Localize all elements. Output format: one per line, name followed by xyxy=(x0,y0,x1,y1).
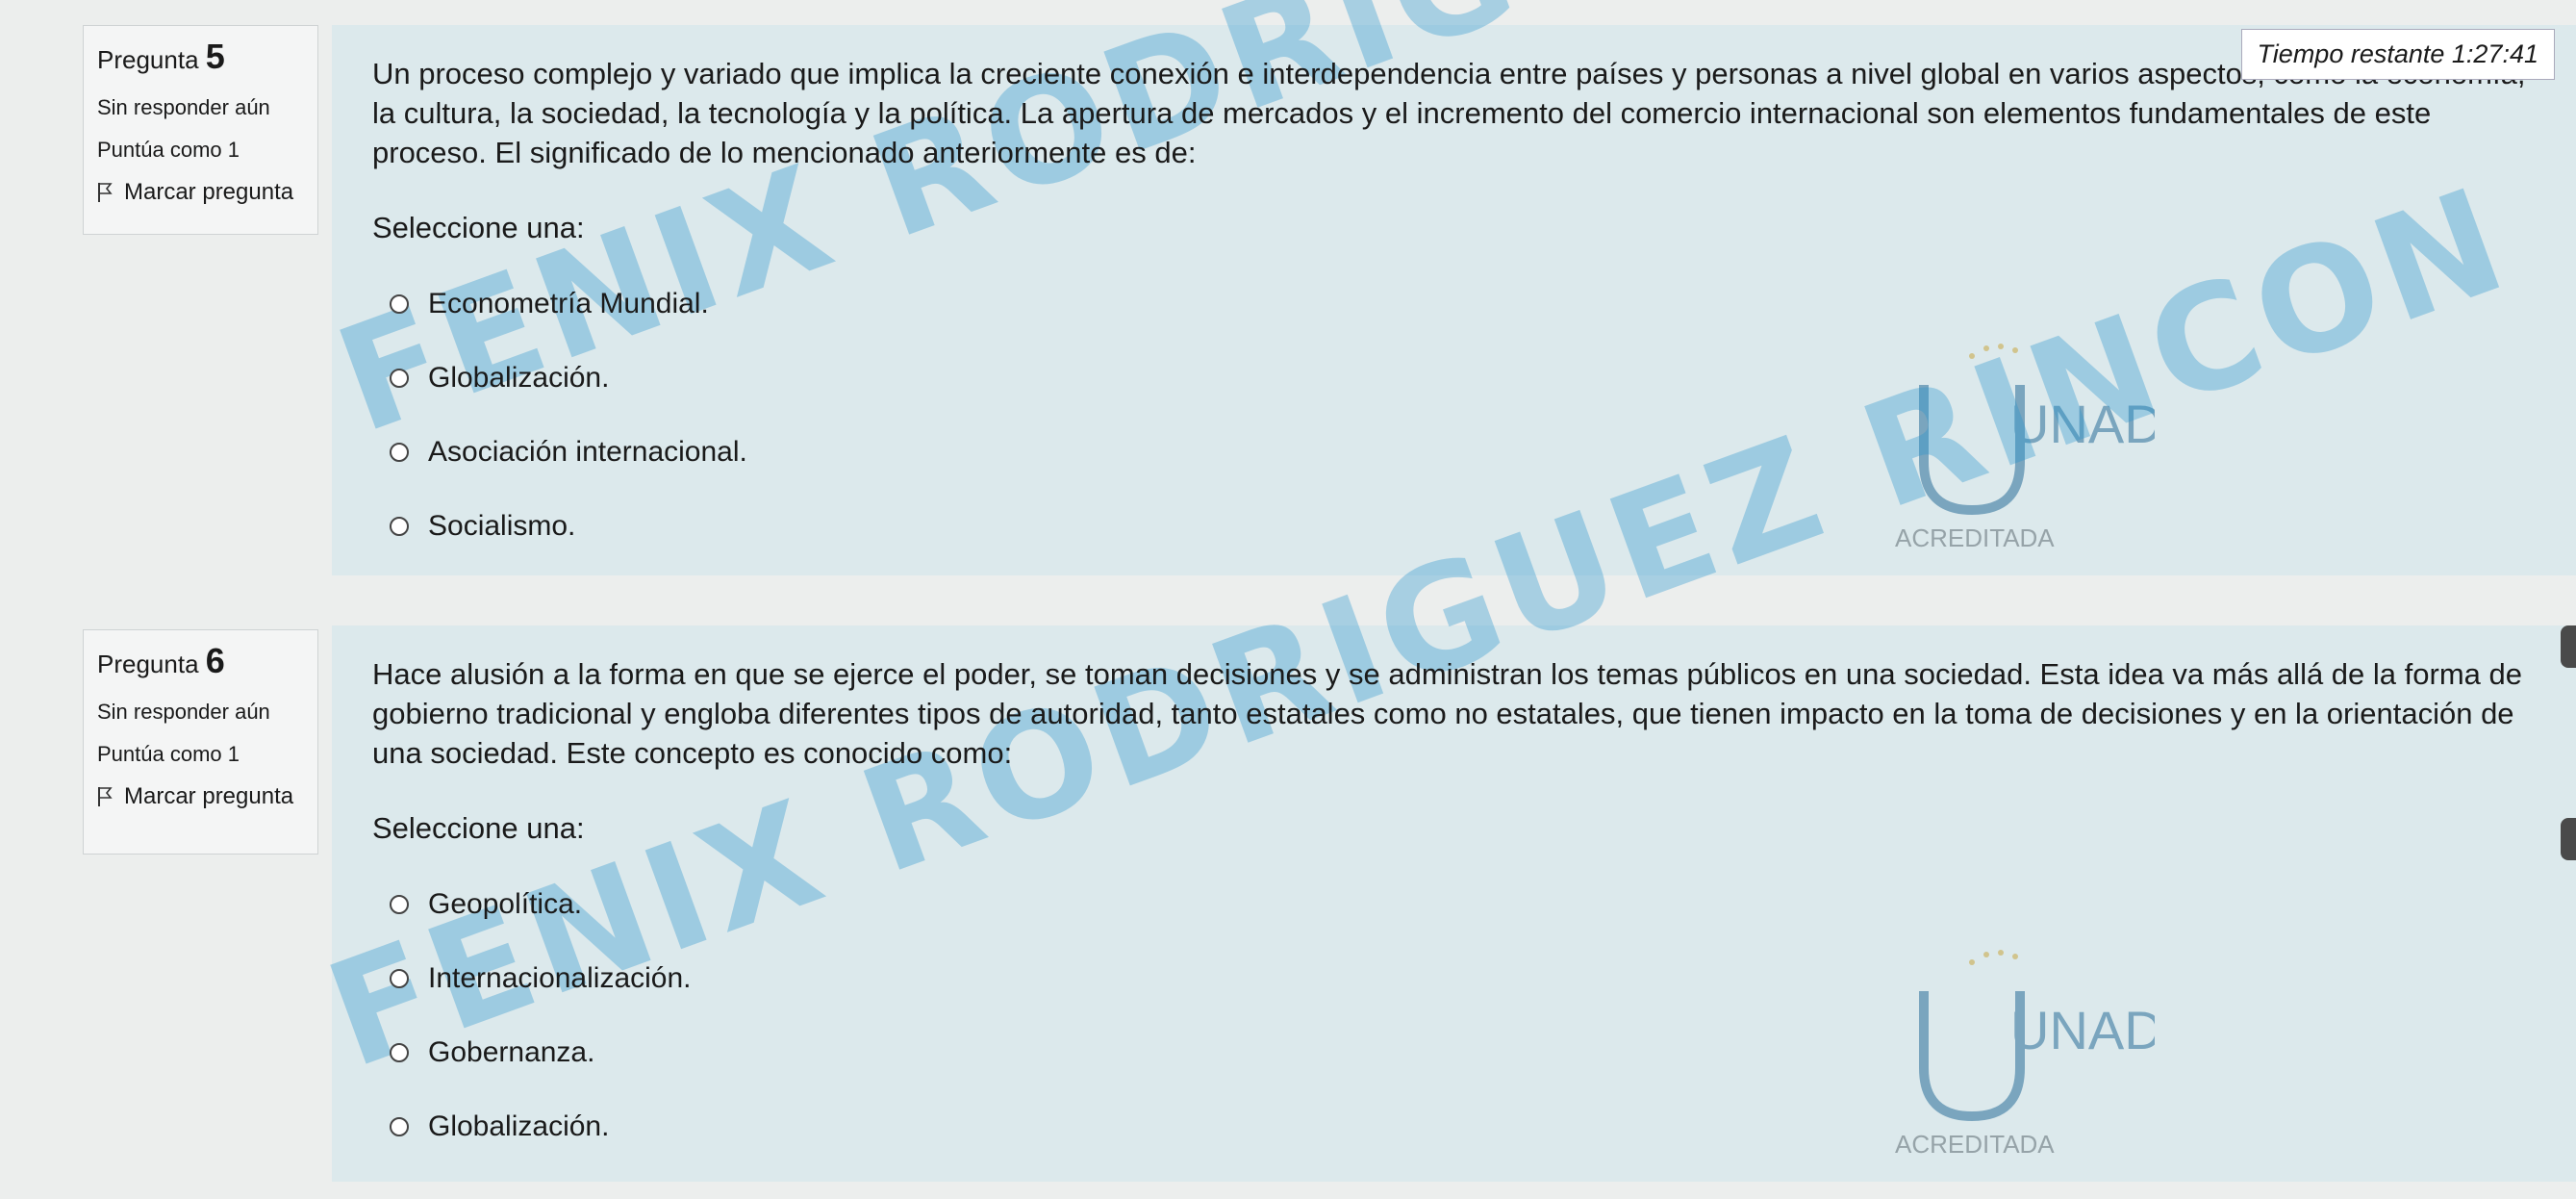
radio-button[interactable] xyxy=(390,1042,409,1062)
flag-icon xyxy=(97,182,113,203)
question-score: Puntúa como 1 xyxy=(97,138,240,162)
radio-button[interactable] xyxy=(390,442,409,462)
question-number: Pregunta 5 xyxy=(97,39,304,77)
answer-option-1[interactable]: Geopolítica. xyxy=(372,867,2530,941)
option-label: Econometría Mundial. xyxy=(428,287,709,319)
flag-label: Marcar pregunta xyxy=(124,179,294,205)
answer-option-2[interactable]: Internacionalización. xyxy=(372,941,2530,1015)
option-label: Globalización. xyxy=(428,361,610,394)
flag-question-button[interactable]: Marcar pregunta xyxy=(97,179,304,206)
radio-button[interactable] xyxy=(390,368,409,388)
flag-icon xyxy=(97,786,113,807)
question-content-6: Hace alusión a la forma en que se ejerce… xyxy=(332,625,2576,1182)
time-remaining: Tiempo restante 1:27:41 xyxy=(2240,29,2555,80)
question-content-5: Un proceso complejo y variado que implic… xyxy=(332,25,2576,575)
answer-option-4[interactable]: Globalización. xyxy=(372,1089,2530,1163)
answer-prompt: Seleccione una: xyxy=(372,811,585,845)
question-info-5: Pregunta 5 Sin responder aún Puntúa como… xyxy=(83,25,318,235)
question-label: Pregunta xyxy=(97,650,199,678)
question-text: Hace alusión a la forma en que se ejerce… xyxy=(372,657,2522,770)
option-label: Gobernanza. xyxy=(428,1035,595,1068)
answer-option-3[interactable]: Asociación internacional. xyxy=(372,415,2530,489)
option-label: Globalización. xyxy=(428,1110,610,1142)
answer-options: Econometría Mundial. Globalización. Asoc… xyxy=(372,267,2530,563)
flag-question-button[interactable]: Marcar pregunta xyxy=(97,783,304,810)
question-number-value: 5 xyxy=(205,37,225,76)
answer-option-2[interactable]: Globalización. xyxy=(372,341,2530,415)
question-text: Un proceso complejo y variado que implic… xyxy=(372,57,2526,169)
radio-button[interactable] xyxy=(390,968,409,988)
question-label: Pregunta xyxy=(97,45,199,74)
radio-button[interactable] xyxy=(390,293,409,314)
option-label: Internacionalización. xyxy=(428,961,692,994)
radio-button[interactable] xyxy=(390,516,409,536)
question-status: Sin responder aún xyxy=(97,95,270,119)
answer-prompt: Seleccione una: xyxy=(372,211,585,244)
flag-label: Marcar pregunta xyxy=(124,783,294,809)
option-label: Socialismo. xyxy=(428,509,576,542)
question-info-6: Pregunta 6 Sin responder aún Puntúa como… xyxy=(83,629,318,855)
answer-option-1[interactable]: Econometría Mundial. xyxy=(372,267,2530,341)
answer-option-3[interactable]: Gobernanza. xyxy=(372,1015,2530,1089)
question-status: Sin responder aún xyxy=(97,700,270,724)
option-label: Geopolítica. xyxy=(428,887,583,920)
side-tab-top[interactable] xyxy=(2561,625,2576,668)
answer-option-4[interactable]: Socialismo. xyxy=(372,489,2530,563)
side-tab-bottom[interactable] xyxy=(2561,818,2576,860)
question-5: Pregunta 5 Sin responder aún Puntúa como… xyxy=(0,0,2576,577)
question-6: Pregunta 6 Sin responder aún Puntúa como… xyxy=(0,156,2576,1184)
answer-options: Geopolítica. Internacionalización. Gober… xyxy=(372,867,2530,1163)
option-label: Asociación internacional. xyxy=(428,435,747,468)
radio-button[interactable] xyxy=(390,1116,409,1136)
question-number-value: 6 xyxy=(205,641,225,680)
radio-button[interactable] xyxy=(390,894,409,914)
question-number: Pregunta 6 xyxy=(97,644,304,681)
question-score: Puntúa como 1 xyxy=(97,742,240,766)
